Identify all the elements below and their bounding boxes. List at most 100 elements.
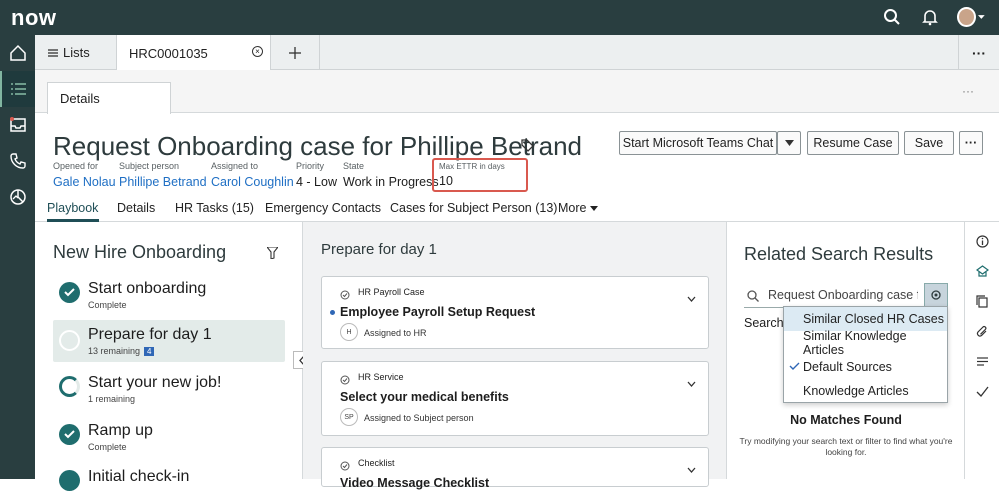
activity-assigned: Assigned to Subject person xyxy=(364,413,474,423)
field-label: Max ETTR in days xyxy=(439,162,505,171)
servicenow-logo[interactable]: now xyxy=(11,5,57,31)
field-assigned-to: Assigned to Carol Coughlin xyxy=(211,161,294,189)
agent-assist-icon[interactable] xyxy=(965,256,999,286)
activity-card[interactable]: HR Service Select your medical benefits … xyxy=(321,361,709,436)
complete-check-icon xyxy=(59,470,80,491)
search-input-value: Request Onboarding case for xyxy=(768,288,918,302)
activity-type-icon xyxy=(340,287,350,305)
activity-card[interactable]: HR Payroll Case Employee Payroll Setup R… xyxy=(321,276,709,349)
activity-type: HR Service xyxy=(358,372,404,382)
opened-for-link[interactable]: Gale Nolau xyxy=(53,175,116,189)
tab-more[interactable]: More xyxy=(558,201,598,215)
phone-icon[interactable] xyxy=(0,143,35,179)
analytics-icon[interactable] xyxy=(0,179,35,215)
stage-start-new-job[interactable]: Start your new job! 1 remaining xyxy=(53,374,285,406)
tab-lists-label: Lists xyxy=(63,45,90,60)
list-icon xyxy=(48,48,58,57)
field-label: Assigned to xyxy=(211,161,259,171)
unread-dot xyxy=(330,310,335,315)
activity-title: Select your medical benefits xyxy=(340,390,509,404)
save-button[interactable]: Save xyxy=(904,131,954,155)
chevron-down-icon[interactable] xyxy=(687,460,696,478)
close-tab-icon[interactable]: × xyxy=(252,46,263,57)
stage-status: 13 remaining 4 xyxy=(88,346,155,356)
subtab-details[interactable]: Details xyxy=(47,82,171,114)
search-icon[interactable] xyxy=(881,6,903,28)
info-icon[interactable] xyxy=(965,226,999,256)
home-icon[interactable] xyxy=(0,35,35,71)
tab-emergency-contacts[interactable]: Emergency Contacts xyxy=(265,201,381,215)
remaining-badge: 4 xyxy=(144,347,155,356)
field-priority: Priority 4 - Low xyxy=(296,161,337,189)
filter-settings-icon xyxy=(931,290,941,300)
tag-icon[interactable] xyxy=(521,139,534,157)
dropdown-item-knowledge-articles[interactable]: Knowledge Articles xyxy=(784,379,947,403)
record-more-button[interactable]: ··· xyxy=(959,131,983,155)
teams-chat-dropdown-button[interactable] xyxy=(777,131,801,155)
field-opened-for: Opened for Gale Nolau xyxy=(53,161,116,189)
list-icon[interactable] xyxy=(0,71,35,107)
search-icon xyxy=(747,290,759,302)
caret-down-icon xyxy=(589,206,598,211)
stage-name: Ramp up xyxy=(88,422,153,439)
playbook-title: New Hire Onboarding xyxy=(53,242,227,262)
bell-icon[interactable] xyxy=(919,6,941,28)
assignee-avatar: H xyxy=(340,323,358,341)
dropdown-item-default-sources[interactable]: Default Sources xyxy=(784,355,947,379)
field-label: Priority xyxy=(296,161,325,171)
inbox-icon[interactable] xyxy=(0,107,35,143)
tab-playbook[interactable]: Playbook xyxy=(47,201,98,215)
tab-details[interactable]: Details xyxy=(117,201,155,215)
left-navigation xyxy=(0,35,35,479)
stage-initial-checkin[interactable]: Initial check-in xyxy=(53,468,285,500)
dropdown-item-knowledge-articles-similar[interactable]: Similar Knowledge Articles xyxy=(784,329,947,357)
no-matches-text: No Matches Found xyxy=(790,413,902,427)
dropdown-item-closed-hr-cases[interactable]: Similar Closed HR Cases xyxy=(784,307,947,331)
copy-icon[interactable] xyxy=(965,286,999,316)
tab-cases-for-subject[interactable]: Cases for Subject Person (13) xyxy=(390,201,557,215)
tab-record-label: HRC0001035 xyxy=(129,45,208,61)
tab-hr-tasks[interactable]: HR Tasks (15) xyxy=(175,201,254,215)
stage-ramp-up[interactable]: Ramp up Complete xyxy=(53,422,285,454)
activity-title: Video Message Checklist xyxy=(340,476,490,490)
stage-name: Start onboarding xyxy=(88,280,207,297)
related-search-input[interactable]: Request Onboarding case for xyxy=(744,284,924,308)
stage-status: Complete xyxy=(88,442,127,452)
chevron-down-icon[interactable] xyxy=(687,289,696,307)
start-teams-chat-button[interactable]: Start Microsoft Teams Chat xyxy=(619,131,777,155)
tab-lists[interactable]: Lists xyxy=(35,35,117,70)
progress-ring-icon xyxy=(59,376,80,397)
stage-name: Prepare for day 1 xyxy=(88,326,212,343)
checkmark-icon[interactable] xyxy=(965,376,999,406)
activity-type-icon xyxy=(340,458,350,476)
complete-check-icon xyxy=(59,282,80,303)
field-label: Opened for xyxy=(53,161,99,171)
user-avatar[interactable] xyxy=(957,6,985,28)
search-filter-button[interactable] xyxy=(924,283,948,307)
assigned-to-link[interactable]: Carol Coughlin xyxy=(211,175,294,189)
workspace-tabs: Lists HRC0001035 × ··· xyxy=(35,35,999,71)
stage-start-onboarding[interactable]: Start onboarding Complete xyxy=(53,280,285,312)
search-source-dropdown: Similar Closed HR Cases Similar Knowledg… xyxy=(783,306,948,403)
field-state: State Work in Progress xyxy=(343,161,439,189)
activity-stream-icon[interactable] xyxy=(965,346,999,376)
subtab-bar: Details ··· xyxy=(35,70,999,114)
subject-person-link[interactable]: Phillipe Betrand xyxy=(119,175,207,189)
attachment-icon[interactable] xyxy=(965,316,999,346)
stage-name: Start your new job! xyxy=(88,374,222,391)
resume-case-button[interactable]: Resume Case xyxy=(807,131,899,155)
stage-activities-panel: Prepare for day 1 HR Payroll Case Employ… xyxy=(303,222,726,490)
tabbar-more-icon[interactable]: ··· xyxy=(958,35,999,70)
complete-check-icon xyxy=(59,424,80,445)
filter-icon[interactable] xyxy=(265,246,280,264)
activity-card[interactable]: Checklist Video Message Checklist xyxy=(321,447,709,490)
chevron-down-icon[interactable] xyxy=(687,374,696,392)
priority-value: 4 - Low xyxy=(296,175,337,189)
related-search-panel: Related Search Results Request Onboardin… xyxy=(726,222,964,479)
activity-type: Checklist xyxy=(358,458,395,468)
activity-type: HR Payroll Case xyxy=(358,287,425,297)
subtab-more-icon[interactable]: ··· xyxy=(962,84,974,98)
stage-prepare-day1[interactable]: Prepare for day 1 13 remaining 4 xyxy=(53,320,285,362)
new-tab-button[interactable] xyxy=(271,35,320,70)
tab-record[interactable]: HRC0001035 × xyxy=(117,35,271,71)
